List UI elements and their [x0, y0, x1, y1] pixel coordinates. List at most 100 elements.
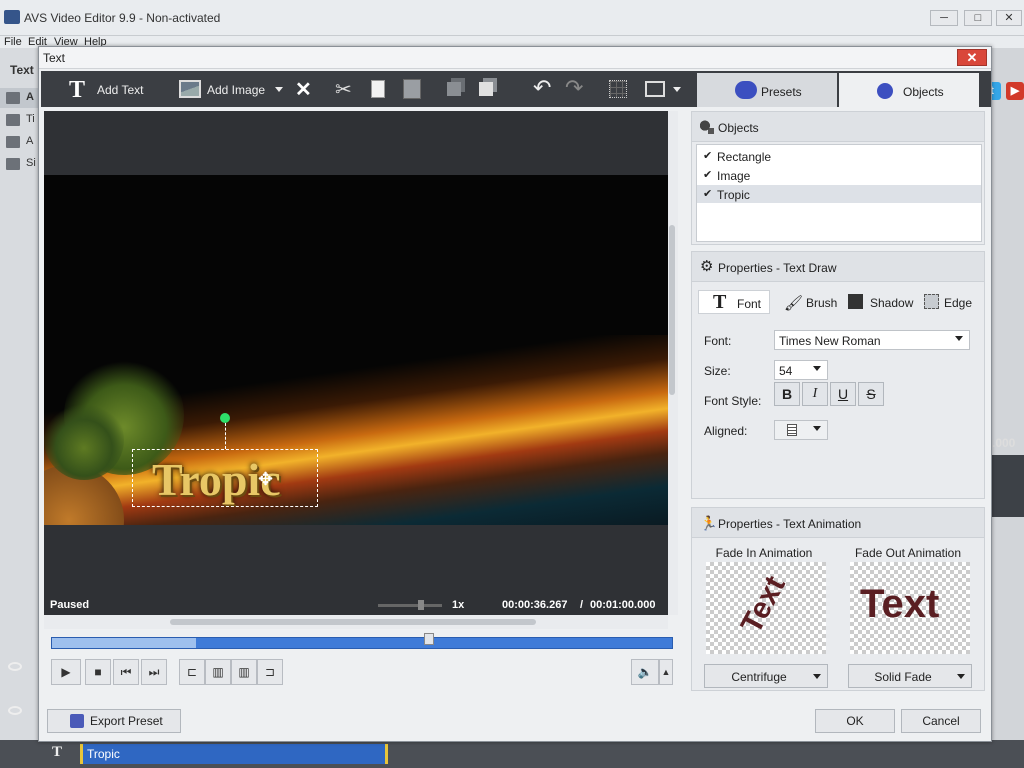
tab-font[interactable]: T Font [698, 290, 770, 314]
next-frame-button[interactable]: ⏭ [141, 659, 167, 685]
minimize-button[interactable]: ─ [930, 10, 958, 26]
speed-slider[interactable] [378, 600, 442, 610]
list-item[interactable]: ✔ Tropic [697, 185, 981, 203]
strikethrough-button[interactable]: S [858, 382, 884, 406]
cut-in-button[interactable]: ▥ [205, 659, 231, 685]
italic-button[interactable]: I [802, 382, 828, 406]
mark-in-button[interactable]: ⊏ [179, 659, 205, 685]
menu-file[interactable]: File [4, 36, 22, 48]
video-frame[interactable]: Tropic ✥ [44, 175, 668, 525]
check-icon[interactable]: ✔ [703, 168, 712, 181]
objects-list[interactable]: ✔ Rectangle ✔ Image ✔ Tropic [696, 144, 982, 242]
cut-out-button[interactable]: ▥ [231, 659, 257, 685]
objects-panel-header: Objects [692, 112, 984, 142]
app-left-panel: Text A Ti A Si [0, 48, 38, 768]
fade-in-select[interactable]: Centrifuge [704, 664, 828, 688]
mark-out-button[interactable]: ⊐ [257, 659, 283, 685]
volume-dropdown[interactable]: ▲ [659, 659, 673, 685]
font-label: Font: [704, 334, 732, 348]
dialog-close-button[interactable]: ✕ [957, 49, 987, 66]
eye-icon[interactable] [8, 706, 22, 715]
rotation-handle[interactable] [220, 413, 230, 423]
preview-horizontal-scrollbar[interactable] [44, 615, 668, 629]
split-icon: ▥ [238, 665, 250, 679]
left-item[interactable]: Ti [0, 110, 38, 130]
check-icon[interactable]: ✔ [703, 187, 712, 200]
fade-out-select[interactable]: Solid Fade [848, 664, 972, 688]
speed-value: 1x [452, 599, 465, 611]
cut-button[interactable]: ✂ [333, 71, 357, 107]
mark-in-icon: ⊏ [186, 665, 198, 679]
presets-cloud-icon [735, 81, 757, 99]
list-item[interactable]: ✔ Image [697, 166, 981, 184]
close-app-button[interactable]: ✕ [996, 10, 1022, 26]
mark-out-icon: ⊐ [264, 665, 276, 679]
grid-button[interactable] [607, 71, 631, 107]
delete-button[interactable]: ✕ [293, 71, 317, 107]
tab-edge[interactable]: Edge [922, 290, 978, 314]
ok-button[interactable]: OK [815, 709, 895, 733]
send-backward-button[interactable] [475, 71, 499, 107]
align-icon [787, 424, 797, 436]
paste-button[interactable] [399, 71, 427, 107]
safe-area-dropdown[interactable] [671, 71, 685, 107]
size-label: Size: [704, 364, 731, 378]
undo-icon: ↶ [533, 75, 552, 100]
fade-in-preview[interactable]: Text [706, 562, 826, 654]
font-select[interactable]: Times New Roman [774, 330, 970, 350]
text-track-icon: T [52, 744, 63, 760]
playback-controls: ▶ ■ ⏮ ⏭ ⊏ ▥ ▥ ⊐ 🔈 ▲ [51, 659, 673, 687]
add-image-dropdown[interactable] [273, 71, 287, 107]
volume-button[interactable]: 🔈 [631, 659, 659, 685]
tab-objects[interactable]: Objects [839, 73, 979, 107]
stop-button[interactable]: ■ [85, 659, 111, 685]
youtube-icon[interactable]: ▶ [1006, 82, 1024, 100]
play-button[interactable]: ▶ [51, 659, 81, 685]
speed-slider-thumb[interactable] [418, 600, 424, 610]
size-select[interactable]: 54 [774, 360, 828, 380]
redo-button[interactable]: ↷ [563, 71, 587, 107]
timeline-clip-tropic[interactable]: Tropic [80, 744, 388, 764]
fade-out-preview[interactable]: Text [850, 562, 970, 654]
left-item[interactable]: A [0, 132, 38, 152]
export-preset-button[interactable]: Export Preset [47, 709, 181, 733]
undo-button[interactable]: ↶ [531, 71, 555, 107]
eye-icon[interactable] [8, 662, 22, 671]
play-icon: ▶ [61, 665, 71, 679]
redo-icon: ↷ [565, 75, 584, 100]
image-icon [179, 80, 201, 98]
objects-panel: Objects ✔ Rectangle ✔ Image ✔ Tropic [691, 111, 985, 245]
add-image-button[interactable]: Add Image [177, 71, 287, 107]
move-cursor-icon: ✥ [258, 469, 274, 489]
cancel-button[interactable]: Cancel [901, 709, 981, 733]
tab-shadow[interactable]: Shadow [846, 290, 914, 314]
seek-bar[interactable] [51, 633, 673, 649]
playback-status: Paused [50, 599, 90, 611]
alignment-select[interactable] [774, 420, 828, 440]
aligned-label: Aligned: [704, 424, 748, 438]
check-icon[interactable]: ✔ [703, 149, 712, 162]
tab-brush[interactable]: 🖌 Brush [780, 290, 840, 314]
previous-frame-button[interactable]: ⏮ [113, 659, 139, 685]
copy-button[interactable] [367, 71, 391, 107]
tab-presets[interactable]: Presets [697, 73, 837, 107]
selection-box[interactable] [132, 449, 318, 507]
vertical-scroll-thumb[interactable] [669, 225, 675, 395]
add-text-button[interactable]: T Add Text [65, 71, 169, 107]
bold-button[interactable]: B [774, 382, 800, 406]
maximize-button[interactable]: □ [964, 10, 992, 26]
seek-knob[interactable] [424, 633, 434, 645]
left-item[interactable]: A [0, 88, 38, 108]
left-panel-label: Text [10, 63, 34, 77]
bring-forward-button[interactable] [443, 71, 467, 107]
list-item[interactable]: ✔ Rectangle [697, 147, 981, 165]
horizontal-scroll-thumb[interactable] [170, 619, 536, 625]
preview-vertical-scrollbar[interactable] [668, 111, 678, 615]
video-preview[interactable]: Tropic ✥ Paused 1x 00:00:36.267 / 00:01:… [44, 111, 668, 615]
safe-area-button[interactable] [643, 71, 669, 107]
underline-button[interactable]: U [830, 382, 856, 406]
chevron-down-icon [955, 336, 963, 341]
left-item[interactable]: Si [0, 154, 38, 174]
export-icon [70, 714, 84, 728]
text-draw-panel: ⚙ Properties - Text Draw T Font 🖌 Brush … [691, 251, 985, 499]
